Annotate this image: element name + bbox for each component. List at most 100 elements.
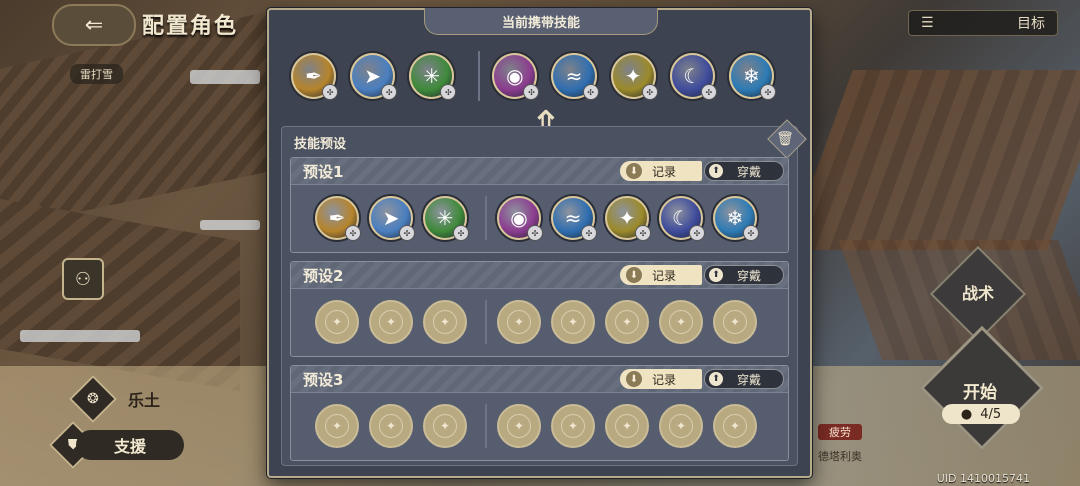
tactic-label: 战术 [961, 284, 994, 303]
star-slot-icon: ✦ [561, 414, 585, 438]
target-label: 目标 [1017, 16, 1045, 32]
empty-skill-slot[interactable]: ✦ [369, 404, 413, 448]
dash-icon[interactable]: ➤ ✣ [350, 53, 398, 100]
support-button[interactable]: 支援 [76, 430, 184, 460]
empty-skill-slot[interactable]: ✦ [315, 300, 359, 344]
skill-divider [485, 300, 487, 344]
record-button[interactable]: ⬇ 记录 [620, 369, 702, 389]
empty-skill-slot[interactable]: ✦ [497, 300, 541, 344]
skill-config-modal: 当前携带技能 ✒✣➤✣✳✣◉✣≈✣✦✣☾✣❄✣ ⇕ 技能预设 🗑 预设1⬇记录⬆… [267, 8, 812, 478]
level-badge-icon: ✣ [322, 84, 339, 100]
skill-divider [485, 404, 487, 448]
blue-crystal-icon[interactable]: ❄ ✣ [713, 196, 759, 241]
role-row-1[interactable]: ❂ 乐土 [68, 374, 160, 424]
wear-button[interactable]: ⬆ 穿戴 [704, 265, 784, 285]
level-badge-icon: ✣ [399, 225, 415, 241]
start-label: 开始 [963, 383, 997, 403]
preset-skill-row: ✦ ✦ ✦ ✦ ✦ ✦ ✦ ✦ [315, 400, 778, 452]
download-icon: ⬇ [626, 163, 642, 179]
wear-button[interactable]: ⬆ 穿戴 [704, 161, 784, 181]
wear-label: 穿戴 [737, 268, 762, 283]
preset-section-title: 技能预设 [294, 137, 347, 152]
purple-mask-icon[interactable]: ◉ ✣ [497, 196, 543, 241]
blue-splash-icon[interactable]: ≈ ✣ [551, 196, 597, 241]
empty-skill-slot[interactable]: ✦ [423, 300, 467, 344]
blue-crystal-icon[interactable]: ❄ ✣ [728, 53, 776, 100]
upload-icon: ⬆ [709, 164, 723, 178]
back-button[interactable]: ⇐ [52, 4, 136, 46]
preset-skill-row: ✦ ✦ ✦ ✦ ✦ ✦ ✦ ✦ [315, 296, 778, 348]
dash-icon[interactable]: ➤ ✣ [369, 196, 415, 241]
purple-mask-icon[interactable]: ◉ ✣ [492, 53, 540, 100]
empty-skill-slot[interactable]: ✦ [551, 404, 595, 448]
level-badge-icon: ✣ [700, 84, 717, 100]
star-slot-icon: ✦ [615, 414, 639, 438]
page-title: 配置角色 [142, 14, 239, 39]
star-slot-icon: ✦ [669, 414, 693, 438]
empty-skill-slot[interactable]: ✦ [497, 404, 541, 448]
back-arrow-icon: ⇐ [84, 12, 104, 38]
download-icon: ⬇ [626, 267, 642, 283]
empty-skill-slot[interactable]: ✦ [423, 404, 467, 448]
star-slot-icon: ✦ [325, 310, 349, 334]
empty-skill-slot[interactable]: ✦ [605, 300, 649, 344]
preset-skill-row: ✒ ✣ ➤ ✣ ✳ ✣ ◉ ✣ ≈ ✣ ✦ ✣ ☾ ✣ ❄ ✣ [315, 192, 778, 244]
upload-icon: ⬆ [709, 268, 723, 282]
yellow-burst-icon[interactable]: ✦ ✣ [610, 53, 658, 100]
team-button[interactable]: ⚇ [62, 258, 104, 300]
golden-pen-icon[interactable]: ✒ ✣ [315, 196, 361, 241]
level-badge-icon: ✣ [523, 84, 540, 100]
blue-splash-icon[interactable]: ≈ ✣ [551, 53, 599, 100]
empty-skill-slot[interactable]: ✦ [605, 404, 649, 448]
record-button[interactable]: ⬇ 记录 [620, 265, 702, 285]
skill-divider [485, 196, 487, 240]
empty-skill-slot[interactable]: ✦ [659, 404, 703, 448]
skill-divider [478, 51, 481, 101]
green-aura-icon[interactable]: ✳ ✣ [423, 196, 469, 241]
level-badge-icon: ✣ [641, 84, 658, 100]
empty-skill-slot[interactable]: ✦ [659, 300, 703, 344]
preset-card: 预设1 ⬇ 记录 ⬆ 穿戴 ✒ ✣ ➤ ✣ ✳ ✣ ◉ ✣ ≈ ✣ ✦ ✣ ☾ ✣ ❄ ✣ [290, 157, 789, 253]
level-badge-icon: ✣ [440, 84, 457, 100]
preset-name: 预设1 [303, 163, 344, 181]
empty-skill-slot[interactable]: ✦ [713, 404, 757, 448]
level-badge-icon: ✣ [635, 225, 651, 241]
preset-card: 预设3 ⬇ 记录 ⬆ 穿戴 ✦ ✦ ✦ ✦ ✦ ✦ ✦ ✦ [290, 365, 789, 461]
empty-skill-slot[interactable]: ✦ [713, 300, 757, 344]
star-slot-icon: ✦ [433, 310, 457, 334]
modal-header: 当前携带技能 [424, 8, 658, 35]
moon-figure-icon[interactable]: ☾ ✣ [659, 196, 705, 241]
wear-label: 穿戴 [737, 164, 762, 179]
paw-icon: ❂ [68, 374, 118, 424]
yellow-burst-icon[interactable]: ✦ ✣ [605, 196, 651, 241]
star-slot-icon: ✦ [723, 310, 747, 334]
empty-skill-slot[interactable]: ✦ [369, 300, 413, 344]
wear-label: 穿戴 [737, 372, 762, 387]
star-slot-icon: ✦ [615, 310, 639, 334]
preset-header: 预设2 ⬇ 记录 ⬆ 穿戴 [291, 262, 788, 289]
star-slot-icon: ✦ [507, 310, 531, 334]
preset-card: 预设2 ⬇ 记录 ⬆ 穿戴 ✦ ✦ ✦ ✦ ✦ ✦ ✦ ✦ [290, 261, 789, 357]
upload-icon: ⬆ [709, 372, 723, 386]
star-slot-icon: ✦ [723, 414, 747, 438]
preset-header: 预设3 ⬇ 记录 ⬆ 穿戴 [291, 366, 788, 393]
star-slot-icon: ✦ [325, 414, 349, 438]
trash-icon[interactable]: 🗑 [775, 128, 795, 150]
target-button[interactable]: ☰ 目标 [908, 10, 1058, 36]
level-badge-icon: ✣ [381, 84, 398, 100]
wear-button[interactable]: ⬆ 穿戴 [704, 369, 784, 389]
moon-figure-icon[interactable]: ☾ ✣ [669, 53, 717, 100]
download-icon: ⬇ [626, 371, 642, 387]
record-button[interactable]: ⬇ 记录 [620, 161, 702, 181]
star-slot-icon: ✦ [669, 310, 693, 334]
star-slot-icon: ✦ [379, 310, 403, 334]
level-badge-icon: ✣ [453, 225, 469, 241]
list-icon: ☰ [921, 15, 934, 31]
empty-skill-slot[interactable]: ✦ [551, 300, 595, 344]
empty-skill-slot[interactable]: ✦ [315, 404, 359, 448]
level-badge-icon: ✣ [527, 225, 543, 241]
person-icon: ● [960, 406, 973, 422]
golden-pen-icon[interactable]: ✒ ✣ [291, 53, 339, 100]
people-icon: ⚇ [74, 268, 92, 290]
green-aura-icon[interactable]: ✳ ✣ [409, 53, 457, 100]
